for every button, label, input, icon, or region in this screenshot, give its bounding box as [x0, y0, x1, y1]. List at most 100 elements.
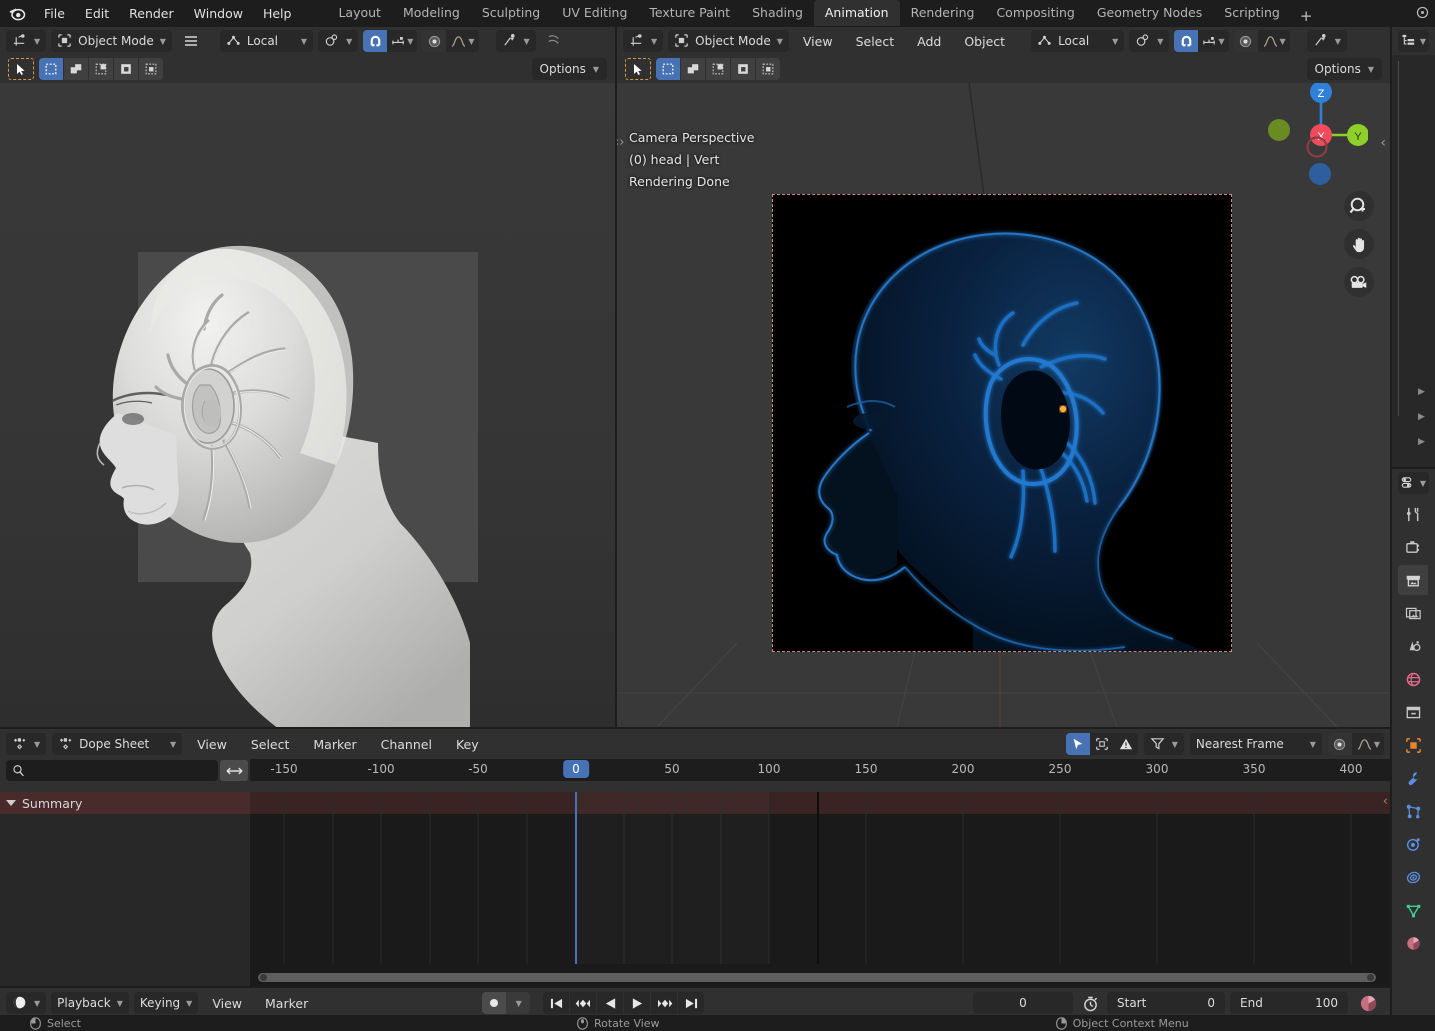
snap-mode-selector[interactable]: ▼: [1198, 30, 1228, 52]
falloff-curve-icon[interactable]: ▼: [1258, 30, 1290, 52]
workspace-tab-uv-editing[interactable]: UV Editing: [551, 0, 638, 26]
dopesheet-time-ruler[interactable]: -150 -100 -50 0 50 100 150 200 250 300 3…: [250, 759, 1390, 781]
play-reverse-icon[interactable]: [597, 992, 623, 1014]
tweak-select-tool-icon[interactable]: [625, 58, 651, 80]
show-errors-icon[interactable]: [1114, 733, 1138, 755]
outliner-editor-type-selector[interactable]: ▼: [1398, 30, 1429, 52]
viewport-menu-add[interactable]: Add: [908, 31, 950, 52]
camera-view-icon[interactable]: [1344, 267, 1374, 297]
workspace-tab-rendering[interactable]: Rendering: [900, 0, 986, 26]
jump-to-start-icon[interactable]: [543, 992, 569, 1014]
select-set-icon[interactable]: [656, 58, 680, 80]
workspace-tab-modeling[interactable]: Modeling: [392, 0, 471, 26]
workspace-tab-compositing[interactable]: Compositing: [985, 0, 1085, 26]
falloff-curve-icon[interactable]: ▼: [1352, 733, 1384, 755]
proportional-editing-icon[interactable]: [1328, 733, 1352, 755]
show-hidden-icon[interactable]: [1090, 733, 1114, 755]
only-selected-icon[interactable]: [1066, 733, 1090, 755]
properties-tab-world[interactable]: [1398, 664, 1428, 694]
select-intersect-icon[interactable]: [139, 58, 163, 80]
outliner-expand-arrow[interactable]: ▶: [1418, 412, 1425, 422]
properties-tab-material[interactable]: [1398, 928, 1428, 958]
dopesheet-keyframe-grid[interactable]: [250, 792, 1390, 986]
workspace-tab-geometry-nodes[interactable]: Geometry Nodes: [1086, 0, 1213, 26]
dopesheet-menu-marker[interactable]: Marker: [304, 734, 365, 755]
dopesheet-menu-channel[interactable]: Channel: [372, 734, 441, 755]
properties-tab-object[interactable]: [1398, 730, 1428, 760]
properties-tab-render[interactable]: [1398, 532, 1428, 562]
left-object-mode-selector[interactable]: Object Mode ▼: [51, 30, 172, 52]
falloff-curve-icon[interactable]: ▼: [446, 30, 478, 52]
scrollbar-left-handle[interactable]: [260, 974, 267, 981]
keying-menu[interactable]: Keying ▼: [134, 992, 198, 1014]
select-intersect-icon[interactable]: [756, 58, 780, 80]
properties-tab-tool[interactable]: [1398, 499, 1428, 529]
left-region-toggle-arrow[interactable]: ‹›: [617, 135, 624, 150]
properties-tab-scene[interactable]: [1398, 631, 1428, 661]
workspace-tab-animation[interactable]: Animation: [814, 0, 900, 26]
properties-editor-type-selector[interactable]: ▼: [1398, 472, 1429, 494]
left-overlays-toggle[interactable]: [541, 30, 569, 52]
dopesheet-menu-key[interactable]: Key: [447, 734, 488, 755]
select-subtract-icon[interactable]: [89, 58, 113, 80]
dopesheet-snap-mode-selector[interactable]: Nearest Frame ▼: [1190, 733, 1322, 755]
timeline-menu-view[interactable]: View: [203, 993, 251, 1014]
workspace-tab-layout[interactable]: Layout: [327, 0, 392, 26]
record-keyframe-icon[interactable]: [482, 992, 506, 1014]
channel-search-input[interactable]: [30, 764, 212, 778]
left-pivot-point-selector[interactable]: ▼: [318, 30, 358, 52]
properties-tab-output[interactable]: [1398, 565, 1428, 595]
playback-menu[interactable]: Playback ▼: [51, 992, 129, 1014]
proportional-editing-icon[interactable]: [422, 30, 446, 52]
viewport-menu-view[interactable]: View: [794, 31, 842, 52]
right-show-gizmo-selector[interactable]: ▼: [1307, 30, 1347, 52]
frame-start-field[interactable]: Start 0: [1107, 992, 1225, 1014]
jump-to-end-icon[interactable]: [678, 992, 704, 1014]
workspace-tab-scripting[interactable]: Scripting: [1213, 0, 1291, 26]
menu-render[interactable]: Render: [119, 3, 184, 24]
render-preview-icon[interactable]: [1353, 992, 1384, 1014]
select-invert-icon[interactable]: [114, 58, 138, 80]
outliner-expand-arrow[interactable]: ▶: [1418, 437, 1425, 447]
left-options-button[interactable]: Options ▼: [532, 58, 607, 80]
snap-toggle-button[interactable]: [363, 30, 387, 52]
right-object-mode-selector[interactable]: Object Mode ▼: [668, 30, 789, 52]
channel-search-box[interactable]: [6, 760, 218, 781]
pan-hand-icon[interactable]: [1344, 229, 1374, 259]
select-set-icon[interactable]: [39, 58, 63, 80]
snap-toggle-button[interactable]: [1174, 30, 1198, 52]
menu-help[interactable]: Help: [253, 3, 302, 24]
menu-edit[interactable]: Edit: [75, 3, 119, 24]
timeline-editor-type-selector[interactable]: ▼: [6, 992, 46, 1014]
proportional-editing-icon[interactable]: [1234, 30, 1258, 52]
timeline-menu-marker[interactable]: Marker: [256, 993, 317, 1014]
play-icon[interactable]: [624, 992, 650, 1014]
frame-end-field[interactable]: End 100: [1230, 992, 1348, 1014]
properties-tab-object-data[interactable]: [1398, 895, 1428, 925]
add-workspace-button[interactable]: +: [1291, 6, 1322, 26]
jump-to-prev-keyframe-icon[interactable]: [570, 992, 596, 1014]
properties-tab-collection[interactable]: [1398, 697, 1428, 727]
properties-tab-physics[interactable]: [1398, 829, 1428, 859]
select-subtract-icon[interactable]: [706, 58, 730, 80]
left-viewport-canvas[interactable]: [0, 83, 615, 727]
workspace-tab-shading[interactable]: Shading: [741, 0, 814, 26]
properties-tab-constraints[interactable]: [1398, 862, 1428, 892]
left-editor-type-selector[interactable]: ▼: [6, 30, 46, 52]
left-show-gizmo-selector[interactable]: ▼: [496, 30, 536, 52]
use-preview-range-button[interactable]: [1078, 992, 1102, 1014]
workspace-tab-texture-paint[interactable]: Texture Paint: [638, 0, 741, 26]
right-pivot-point-selector[interactable]: ▼: [1129, 30, 1169, 52]
workspace-tab-sculpting[interactable]: Sculpting: [471, 0, 551, 26]
dopesheet-sidebar-toggle[interactable]: ‹: [1383, 794, 1388, 809]
select-invert-icon[interactable]: [731, 58, 755, 80]
properties-tab-modifier[interactable]: [1398, 763, 1428, 793]
jump-to-next-keyframe-icon[interactable]: [651, 992, 677, 1014]
tweak-select-tool-icon[interactable]: [8, 58, 34, 80]
dopesheet-editor-type-selector[interactable]: ▼: [6, 733, 46, 755]
left-transform-orientation[interactable]: Local ▼: [220, 30, 313, 52]
dopesheet-mode-selector[interactable]: Dope Sheet ▼: [52, 733, 182, 755]
dopesheet-filter-dropdown[interactable]: ▼: [1144, 733, 1184, 755]
right-options-button[interactable]: Options ▼: [1307, 58, 1382, 80]
right-editor-type-selector[interactable]: ▼: [623, 30, 663, 52]
